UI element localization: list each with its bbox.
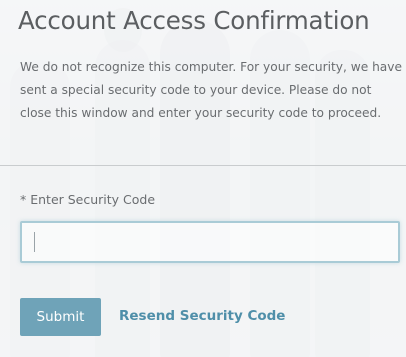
divider (0, 165, 406, 166)
submit-button[interactable]: Submit (20, 298, 101, 336)
confirmation-panel: Account Access Confirmation We do not re… (0, 0, 406, 357)
security-code-label: * Enter Security Code (20, 192, 156, 207)
page-title: Account Access Confirmation (18, 6, 370, 35)
security-message: We do not recognize this computer. For y… (20, 60, 402, 120)
text-caret (34, 232, 35, 252)
security-code-input[interactable] (20, 221, 400, 263)
resend-security-code-link[interactable]: Resend Security Code (119, 308, 285, 324)
